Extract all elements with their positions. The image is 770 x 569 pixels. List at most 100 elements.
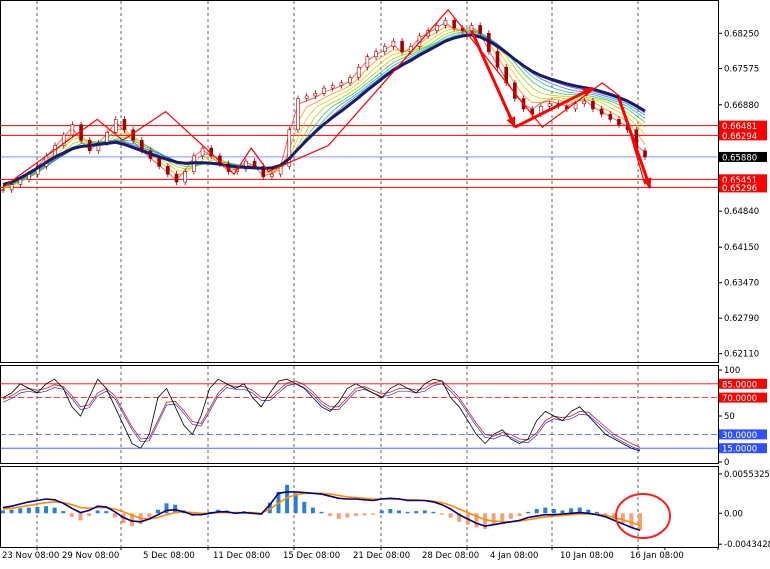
macd-hist-bar	[52, 507, 57, 514]
price-tick-label: 0.66880	[724, 101, 759, 111]
price-tick-label: 0.63470	[724, 279, 759, 289]
stoch-panel	[0, 378, 718, 452]
macd-hist-bar	[87, 513, 92, 517]
candle-body	[157, 158, 161, 167]
stoch-main-line	[2, 378, 641, 452]
macd-hist-bar	[534, 509, 539, 514]
macd-hist-bar	[155, 509, 160, 514]
candle-body	[599, 108, 604, 115]
candle-body	[1, 189, 5, 192]
candle-body	[122, 119, 127, 131]
macd-tick-label: 0.00	[724, 509, 743, 519]
x-tick-label: 29 Nov 08:00	[62, 551, 119, 561]
macd-hist-bar	[551, 509, 556, 514]
candle-body	[573, 103, 578, 110]
price-panel-frame	[0, 0, 719, 363]
candle-body	[582, 100, 587, 105]
candle-body	[18, 179, 23, 185]
candle-body	[547, 103, 552, 107]
macd-hist-bar	[345, 513, 350, 518]
macd-hist-bar	[388, 509, 393, 514]
stoch-third-line	[2, 383, 641, 451]
candle-body	[591, 100, 595, 110]
macd-hist-bar	[560, 510, 565, 514]
macd-hist-bar	[319, 511, 324, 514]
candle-body	[105, 132, 109, 144]
macd-hist-bar	[405, 511, 410, 514]
x-tick-label: 21 Dec 08:00	[353, 551, 410, 561]
candle-body	[400, 40, 404, 52]
macd-hist-bar	[414, 511, 419, 514]
macd-hist-bar	[44, 506, 49, 514]
macd-panel-frame	[0, 466, 719, 548]
candle-body	[348, 77, 352, 84]
candle-body	[131, 129, 135, 141]
price-tick-label: 0.64840	[724, 207, 759, 217]
level-label: 0.65880	[722, 153, 757, 163]
candle-body	[296, 98, 300, 131]
candle-body	[339, 82, 344, 86]
macd-hist-bar	[353, 513, 358, 517]
macd-hist-bar	[104, 511, 109, 514]
stoch-tick-label: 100	[724, 366, 740, 376]
macd-hist-bar	[78, 513, 83, 521]
macd-hist-bar	[371, 513, 376, 515]
level-label: 0.66294	[722, 132, 757, 142]
macd-hist-bar	[543, 507, 548, 514]
price-tick-label: 0.68250	[724, 29, 759, 39]
x-tick-label: 16 Jan 08:00	[630, 551, 684, 561]
macd-tick-label: 0.0055325	[724, 470, 770, 480]
macd-hist-bar	[629, 513, 634, 528]
stoch-tick-label: 0	[724, 458, 729, 468]
level-label: 0.65296	[722, 184, 757, 194]
candle-body	[452, 19, 456, 29]
candle-body	[113, 119, 118, 133]
candle-body	[270, 173, 274, 178]
candle-body	[304, 95, 309, 99]
grid	[36, 1, 639, 547]
stoch-tick-label: 50	[724, 412, 735, 422]
macd-hist-bar	[491, 513, 496, 525]
candle-body	[617, 119, 621, 125]
macd-hist-bar	[431, 511, 436, 514]
macd-hist-bar	[69, 513, 74, 517]
macd-hist-bar	[440, 513, 445, 515]
macd-hist-bar	[18, 508, 23, 514]
macd-hist-bar	[328, 513, 333, 517]
price-tick-label: 0.62790	[724, 314, 759, 324]
x-tick-label: 28 Dec 08:00	[422, 551, 479, 561]
candle-body	[252, 160, 257, 167]
macd-hist-bar	[448, 513, 453, 518]
price-panel	[0, 8, 718, 193]
stoch-signal-line	[2, 380, 641, 448]
macd-hist-bar	[594, 511, 599, 514]
candle-body	[278, 166, 283, 175]
x-tick-label: 10 Jan 08:00	[560, 551, 614, 561]
candle-body	[469, 25, 474, 31]
macd-hist-bar	[362, 513, 367, 516]
candle-body	[183, 171, 187, 183]
price-tick-label: 0.67575	[724, 65, 759, 75]
macd-hist-bar	[147, 513, 152, 518]
price-tick-label: 0.64150	[724, 243, 759, 253]
candle-body	[200, 147, 205, 157]
macd-hist-bar	[302, 501, 307, 514]
trend-arrow	[617, 98, 652, 189]
macd-hist-bar	[500, 513, 505, 522]
candle-body	[495, 51, 500, 68]
x-tick-label: 11 Dec 08:00	[213, 551, 270, 561]
axes: 0.68250 0.67575 0.66880 0.64840 0.64150 0.634…	[2, 29, 770, 561]
macd-hist-bar	[9, 509, 14, 514]
candle-body	[382, 46, 387, 52]
candle-body	[374, 51, 378, 58]
candle-body	[174, 173, 179, 183]
candle-body	[70, 124, 75, 136]
macd-hist-bar	[310, 507, 315, 514]
stoch-level-label: 70.0000	[722, 394, 757, 404]
macd-panel	[1, 484, 642, 532]
stoch-level-label: 85.0000	[722, 380, 757, 390]
macd-hist-bar	[526, 511, 531, 514]
price-tick-label: 0.62110	[724, 350, 759, 360]
macd-hist-bar	[508, 513, 513, 519]
macd-hist-bar	[620, 513, 625, 524]
